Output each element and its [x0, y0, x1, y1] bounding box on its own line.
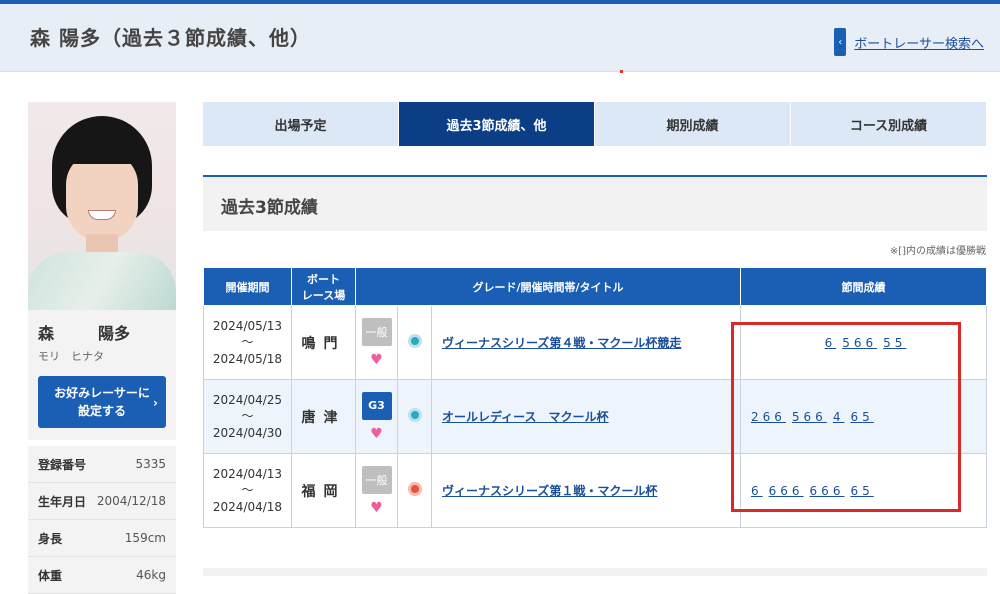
name-box: 森 陽多 モリ ヒナタ お好みレーサーに 設定する › [28, 310, 176, 440]
result-link[interactable]: 55 [883, 336, 906, 350]
col-title: グレード/開催時間帯/タイトル [355, 267, 741, 306]
venue-cell: 福岡 [291, 453, 356, 528]
result-link[interactable]: 65 [850, 484, 873, 498]
venue-cell: 唐津 [291, 379, 356, 454]
race-title-link[interactable]: ヴィーナスシリーズ第４戦・マクール杯競走 [442, 336, 681, 350]
name-family: 森 [38, 324, 55, 343]
result-link[interactable]: 65 [850, 410, 873, 424]
race-title-link[interactable]: オールレディース マクール杯 [442, 410, 609, 424]
grade-badge: 一般 [361, 317, 392, 346]
result-link[interactable]: 566 [842, 336, 877, 350]
tab-bar: 出場予定 過去3節成績、他 期別成績 コース別成績 [203, 102, 987, 146]
results-cell: 266 566 4 65 [740, 379, 987, 454]
chevron-right-icon: › [153, 396, 158, 410]
col-period: 開催期間 [203, 267, 292, 306]
results-cell: 6 666 666 65 [740, 453, 987, 528]
table-row: 2024/04/13 〜 2024/04/18 福岡 一般 ♥ ヴィーナスシリー… [203, 453, 987, 528]
favorite-button-label: お好みレーサーに 設定する [54, 386, 150, 418]
winner-note: ※[]内の成績は優勝戦 [889, 246, 986, 257]
time-cell [397, 453, 432, 528]
info-row-reg: 登録番号 5335 [28, 446, 176, 483]
info-row-height: 身長 159cm [28, 520, 176, 557]
result-link[interactable]: 6 [751, 484, 763, 498]
grade-cell: G3 ♥ [355, 379, 398, 454]
table-row: 2024/04/25 〜 2024/04/30 唐津 G3 ♥ オールレディース… [203, 379, 987, 454]
time-cell [397, 379, 432, 454]
results-table: 開催期間 ボート レース場 グレード/開催時間帯/タイトル 節間成績 2024/0… [203, 267, 987, 528]
period-cell: 2024/05/13 〜 2024/05/18 [203, 305, 292, 380]
result-link[interactable]: 6 [825, 336, 837, 350]
result-link[interactable]: 266 [751, 410, 786, 424]
tab-past-3[interactable]: 過去3節成績、他 [399, 102, 595, 146]
venue-cell: 鳴門 [291, 305, 356, 380]
time-cell [397, 305, 432, 380]
venus-heart-icon: ♥ [370, 499, 383, 516]
col-results: 節間成績 [740, 267, 987, 306]
next-section-bar [203, 568, 987, 576]
racer-name: 森 陽多 [38, 320, 166, 344]
col-venue: ボート レース場 [291, 267, 356, 306]
page-header: 森 陽多（過去３節成績、他） ‹ ボートレーサー検索へ [0, 4, 1000, 73]
racer-search-label: ボートレーサー検索へ [854, 36, 984, 52]
tab-schedule[interactable]: 出場予定 [203, 102, 399, 146]
profile-info: 登録番号 5335 生年月日 2004/12/18 身長 159cm 体重 46… [28, 446, 176, 594]
venus-heart-icon: ♥ [370, 351, 383, 368]
racer-search-link[interactable]: ‹ ボートレーサー検索へ [834, 28, 984, 56]
grade-cell: 一般 ♥ [355, 305, 398, 380]
info-row-birth: 生年月日 2004/12/18 [28, 483, 176, 520]
racer-photo [28, 102, 176, 310]
title-cell: ヴィーナスシリーズ第４戦・マクール杯競走 [431, 305, 741, 380]
section-header: 過去3節成績 [203, 175, 987, 231]
result-link[interactable]: 666 [810, 484, 845, 498]
result-link[interactable]: 566 [792, 410, 827, 424]
section-title: 過去3節成績 [221, 198, 318, 218]
title-cell: オールレディース マクール杯 [431, 379, 741, 454]
daytime-icon [407, 334, 422, 348]
grade-cell: 一般 ♥ [355, 453, 398, 528]
profile-sidebar: 森 陽多 モリ ヒナタ お好みレーサーに 設定する › 登録番号 5335 生年月… [28, 102, 176, 594]
venus-heart-icon: ♥ [370, 425, 383, 442]
indicator-dot [620, 70, 623, 73]
tab-term[interactable]: 期別成績 [595, 102, 791, 146]
table-row: 2024/05/13 〜 2024/05/18 鳴門 一般 ♥ ヴィーナスシリー… [203, 305, 987, 380]
racer-kana: モリ ヒナタ [38, 350, 104, 363]
name-given: 陽多 [97, 324, 130, 343]
tab-course[interactable]: コース別成績 [791, 102, 987, 146]
title-cell: ヴィーナスシリーズ第１戦・マクール杯 [431, 453, 741, 528]
race-title-link[interactable]: ヴィーナスシリーズ第１戦・マクール杯 [442, 484, 657, 498]
chevron-left-icon: ‹ [834, 28, 847, 56]
results-cell: 6 566 55 [740, 305, 987, 380]
daytime-icon [407, 408, 422, 422]
page-title: 森 陽多（過去３節成績、他） [30, 26, 311, 50]
result-link[interactable]: 666 [769, 484, 804, 498]
col-venue-label: ボート レース場 [301, 272, 346, 302]
period-cell: 2024/04/25 〜 2024/04/30 [203, 379, 292, 454]
grade-badge: G3 [361, 391, 392, 420]
period-cell: 2024/04/13 〜 2024/04/18 [203, 453, 292, 528]
nighter-icon [407, 482, 422, 496]
favorite-racer-button[interactable]: お好みレーサーに 設定する › [38, 376, 166, 428]
result-link[interactable]: 4 [833, 410, 845, 424]
grade-badge: 一般 [361, 465, 392, 494]
